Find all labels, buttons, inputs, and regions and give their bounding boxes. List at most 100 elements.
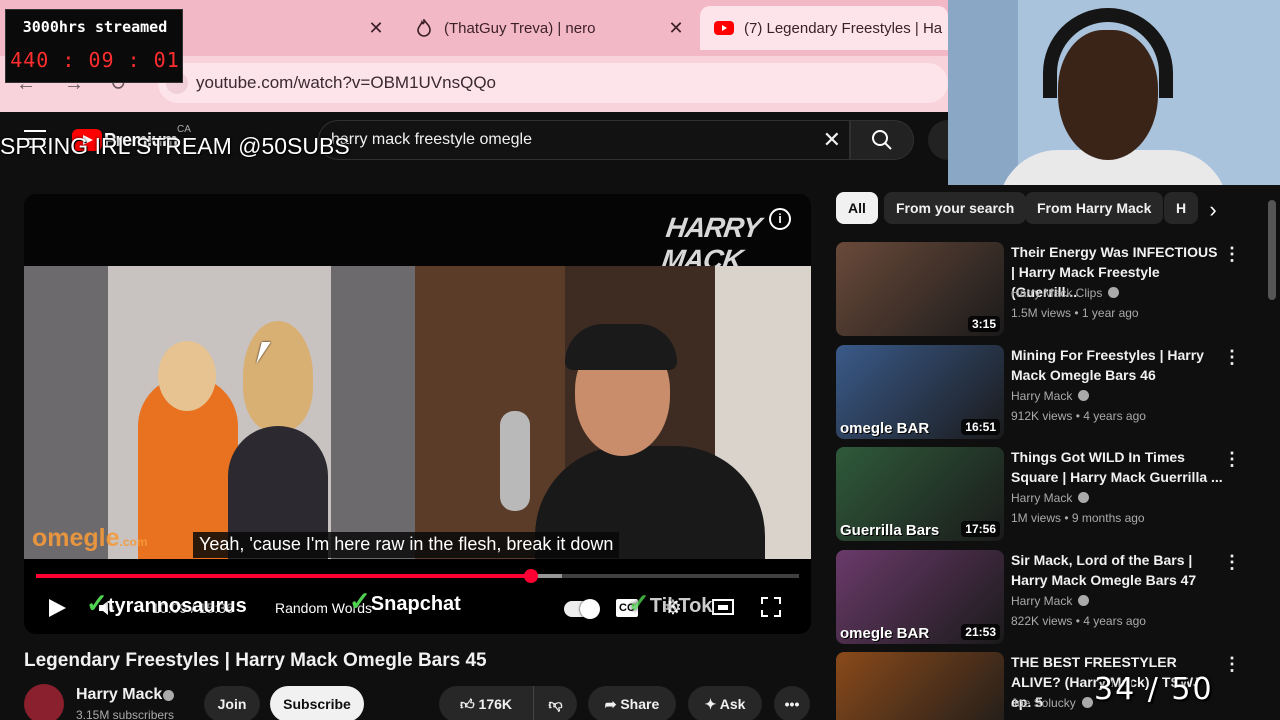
share-button[interactable]: ➦ Share: [588, 686, 676, 720]
clear-search-icon[interactable]: ✕: [823, 129, 841, 151]
recommendation-title[interactable]: Mining For Freestyles | Harry Mack Omegl…: [1011, 345, 1223, 385]
verified-icon: [1081, 697, 1093, 708]
address-bar[interactable]: youtube.com/watch?v=OBM1UVnsQQo: [158, 63, 948, 103]
ask-label: Ask: [719, 696, 746, 712]
channel-name: Harry Mack Clips: [1011, 286, 1103, 300]
scrollbar[interactable]: [1268, 200, 1276, 300]
info-icon[interactable]: i: [769, 208, 791, 230]
omegle-logo: omegle.com: [32, 524, 148, 553]
ask-button[interactable]: ✦ Ask: [688, 686, 762, 720]
close-icon[interactable]: ✕: [665, 17, 687, 39]
sticker-tiktok: ✓TikTok: [628, 588, 712, 619]
sticker-snapchat: ✓Snapchat: [349, 586, 461, 617]
thumbs-down-icon: 👎︎: [548, 696, 563, 712]
stream-banner: SPRING IRL STREAM @50SUBS: [0, 133, 350, 159]
channel-avatar[interactable]: [24, 684, 64, 720]
close-icon[interactable]: ✕: [365, 17, 387, 39]
thumbnail-badge: Guerrilla Bars: [840, 522, 940, 539]
subscribe-button[interactable]: Subscribe: [270, 686, 364, 720]
streamer-headphones: [1043, 8, 1173, 98]
recommendation-item[interactable]: 3:15 Their Energy Was INFECTIOUS | Harry …: [836, 242, 1280, 338]
chevron-right-icon[interactable]: ›: [1200, 198, 1226, 224]
recommendation-title[interactable]: Sir Mack, Lord of the Bars | Harry Mack …: [1011, 550, 1223, 590]
stranger-room: [108, 266, 331, 559]
chip-all[interactable]: All: [836, 192, 878, 224]
recommendation-thumbnail[interactable]: 3:15: [836, 242, 1004, 336]
join-button[interactable]: Join: [204, 686, 260, 720]
tab-title: (ThatGuy Treva) | nero: [444, 19, 596, 37]
recommendation-channel[interactable]: Harry Mack: [1011, 491, 1090, 505]
verified-icon: [163, 690, 174, 701]
webcam-background-door: [948, 0, 1018, 185]
video-duration: 17:56: [961, 521, 1000, 537]
more-vertical-icon[interactable]: ⋮: [1223, 654, 1241, 674]
more-vertical-icon[interactable]: ⋮: [1223, 449, 1241, 469]
search-icon: [872, 130, 892, 150]
dislike-button[interactable]: 👎︎: [533, 686, 577, 720]
autoplay-toggle[interactable]: [564, 599, 600, 619]
recommendation-meta: 1.5M views • 1 year ago: [1011, 306, 1139, 320]
sub-goal-counter: 34 / 50: [1094, 672, 1214, 707]
thumbnail-badge: omegle BAR: [840, 625, 930, 642]
video-duration: 21:53: [961, 624, 1000, 640]
omegle-logo-text: omegle: [32, 524, 120, 552]
recommendation-channel[interactable]: Joe Solucky: [1011, 696, 1093, 710]
streamer-webcam: [948, 0, 1280, 185]
verified-icon: [1078, 390, 1090, 401]
thumbnail-badge: omegle BAR: [840, 420, 930, 437]
browser-tab-3-active[interactable]: (7) Legendary Freestyles | Ha: [700, 6, 948, 50]
recommendation-thumbnail[interactable]: THE SHOW WITH JOE: [836, 652, 1004, 720]
sparkle-icon: ✦: [704, 696, 717, 712]
checkmark-icon: ✓: [628, 588, 650, 618]
recommendation-item[interactable]: Guerrilla Bars 17:56 Things Got WILD In Ti…: [836, 447, 1280, 543]
recommendation-channel[interactable]: Harry Mack: [1011, 389, 1090, 403]
flame-icon: [414, 18, 434, 38]
share-icon: ➦: [604, 696, 617, 712]
recommendation-item[interactable]: omegle BAR 16:51 Mining For Freestyles | H…: [836, 345, 1280, 441]
video-duration: 16:51: [961, 419, 1000, 435]
progress-scrubber[interactable]: [524, 569, 539, 583]
microphone: [500, 411, 530, 511]
tab-title: (7) Legendary Freestyles | Ha: [744, 19, 943, 37]
channel-name[interactable]: Harry Mack: [76, 686, 162, 704]
browser-tab-2[interactable]: (ThatGuy Treva) | nero ✕: [400, 6, 695, 50]
stranger-person-2-head: [243, 321, 313, 431]
search-input[interactable]: harry mack freestyle omegle ✕: [318, 120, 850, 160]
more-vertical-icon[interactable]: ⋮: [1223, 552, 1241, 572]
checkmark-icon: ✓: [86, 588, 108, 618]
search-value[interactable]: harry mack freestyle omegle: [331, 131, 532, 149]
play-button[interactable]: [46, 596, 68, 620]
youtube-icon: [714, 18, 734, 38]
chip-more[interactable]: H: [1164, 192, 1199, 224]
omegle-stranger-cam: omegle.com: [24, 266, 415, 559]
sticker-tyrannosaurus: ✓tyrannosaurus: [86, 588, 247, 619]
recommendation-channel[interactable]: Harry Mack Clips: [1011, 286, 1120, 300]
checkmark-icon: ✓: [349, 586, 371, 616]
recommendation-thumbnail[interactable]: Guerrilla Bars 17:56: [836, 447, 1004, 541]
progress-played: [36, 574, 532, 578]
harry-mack-cam: [415, 266, 811, 559]
recommendation-thumbnail[interactable]: omegle BAR 21:53: [836, 550, 1004, 644]
recommendation-thumbnail[interactable]: omegle BAR 16:51: [836, 345, 1004, 439]
fullscreen-icon[interactable]: [760, 596, 782, 620]
recommendation-meta: 822K views • 4 years ago: [1011, 614, 1146, 628]
url-text[interactable]: youtube.com/watch?v=OBM1UVnsQQo: [196, 73, 496, 93]
sticker-text: tyrannosaurus: [107, 595, 247, 617]
more-actions-button[interactable]: •••: [774, 686, 810, 720]
chip-from-your-search[interactable]: From your search: [884, 192, 1027, 224]
video-frame-top: HARRY MACK i: [24, 194, 811, 275]
recommendation-title[interactable]: Things Got WILD In Times Square | Harry …: [1011, 447, 1223, 487]
chip-from-harry-mack[interactable]: From Harry Mack: [1025, 192, 1164, 224]
progress-bar[interactable]: [36, 569, 799, 583]
recommendation-channel[interactable]: Harry Mack: [1011, 594, 1090, 608]
like-button[interactable]: 👍︎ 176K: [439, 686, 533, 720]
video-player[interactable]: HARRY MACK i omegle.com Yeah, 'cause I'm…: [24, 194, 811, 634]
recommendation-item[interactable]: omegle BAR 21:53 Sir Mack, Lord of the Bar…: [836, 550, 1280, 646]
stranger-person-1-head: [158, 341, 216, 411]
more-vertical-icon[interactable]: ⋮: [1223, 244, 1241, 264]
verified-icon: [1078, 492, 1090, 503]
voice-search-button[interactable]: [928, 120, 948, 160]
miniplayer-icon[interactable]: [712, 596, 734, 620]
more-vertical-icon[interactable]: ⋮: [1223, 347, 1241, 367]
search-button[interactable]: [850, 120, 914, 160]
